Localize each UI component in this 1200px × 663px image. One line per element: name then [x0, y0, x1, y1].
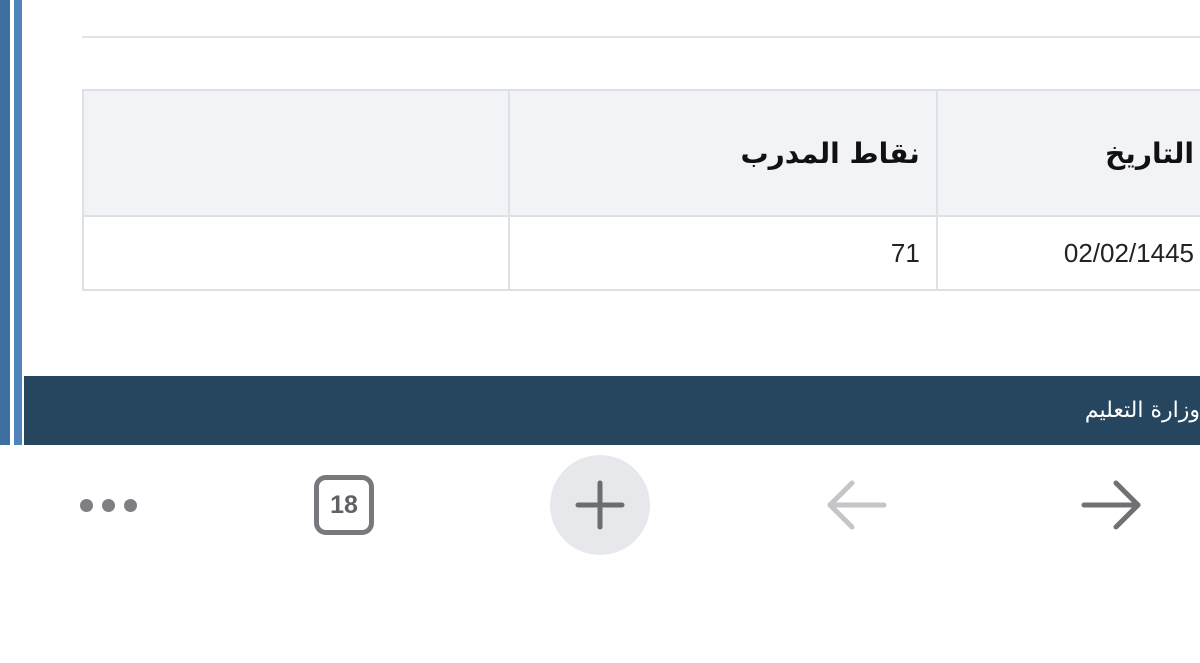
header-trainer-points: نقاط المدرب — [507, 89, 938, 217]
back-button[interactable] — [806, 445, 906, 565]
cell-column-3 — [82, 215, 510, 291]
arrow-left-icon — [827, 480, 887, 530]
header-column-3 — [82, 89, 510, 217]
more-options-button[interactable] — [58, 445, 158, 565]
plus-icon — [575, 480, 625, 530]
tab-switcher-button[interactable]: 18 — [294, 445, 394, 565]
cell-trainer-points: 71 — [507, 215, 938, 291]
new-tab-button[interactable] — [540, 445, 660, 565]
accent-stripe-dark — [0, 0, 10, 445]
web-page-content: التاريخ نقاط المدرب 02/02/1445 71 وزارة … — [0, 0, 1200, 445]
cell-date: 02/02/1445 — [935, 215, 1200, 291]
table-header-row: التاريخ نقاط المدرب — [82, 89, 1200, 217]
new-tab-circle — [550, 455, 650, 555]
table-row: 02/02/1445 71 — [82, 215, 1200, 291]
forward-button[interactable] — [1062, 445, 1162, 565]
browser-bottom-toolbar: 18 — [0, 445, 1200, 663]
footer-ministry-text: وزارة التعليم — [1084, 398, 1200, 423]
arrow-right-icon — [1081, 480, 1141, 530]
site-footer: وزارة التعليم — [24, 376, 1200, 445]
points-table: التاريخ نقاط المدرب 02/02/1445 71 — [82, 89, 1200, 291]
left-accent-bar — [0, 0, 24, 445]
section-divider — [82, 36, 1200, 38]
ellipsis-icon — [79, 498, 137, 512]
header-date: التاريخ — [935, 89, 1200, 217]
tab-count: 18 — [330, 490, 358, 519]
tab-switcher-icon: 18 — [314, 475, 374, 535]
accent-stripe-light — [14, 0, 22, 445]
